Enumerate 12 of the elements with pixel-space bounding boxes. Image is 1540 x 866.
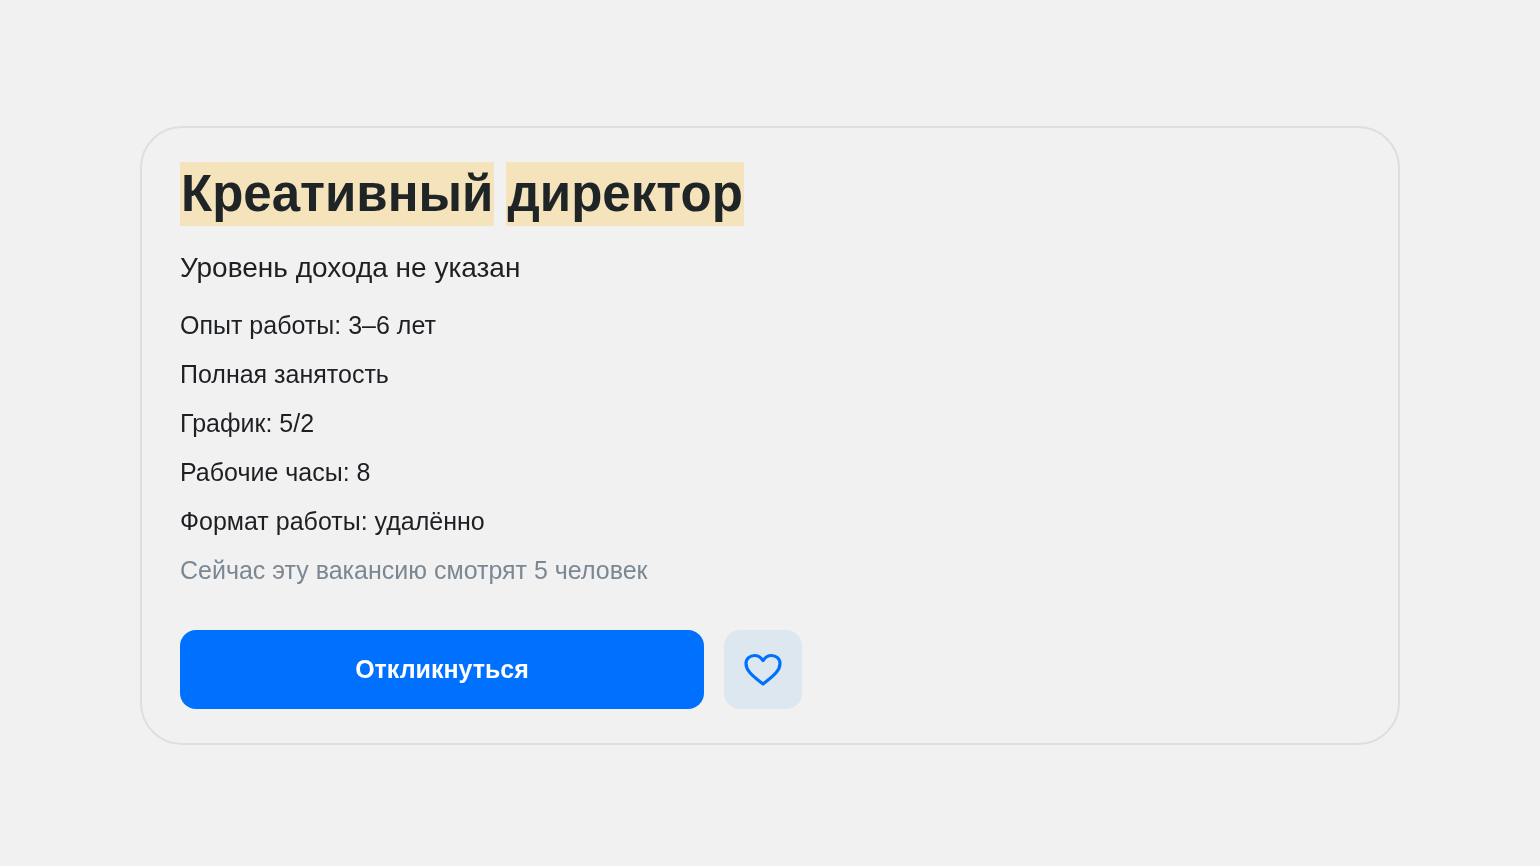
detail-text: Рабочие часы: 8 — [180, 457, 371, 488]
title-word: Креативный — [180, 162, 495, 226]
detail-text: Полная занятость — [180, 359, 389, 390]
detail-text: Опыт работы: 3–6 лет — [180, 310, 436, 341]
salary-text: Уровень дохода не указан — [180, 251, 521, 285]
favorite-button[interactable] — [724, 630, 802, 709]
title-word: директор — [506, 162, 744, 226]
apply-button[interactable]: Откликнуться — [180, 630, 704, 709]
detail-text: Формат работы: удалённо — [180, 506, 485, 537]
detail-text: График: 5/2 — [180, 408, 315, 439]
heart-icon — [743, 652, 783, 687]
viewers-text: Сейчас эту вакансию смотрят 5 человек — [180, 555, 648, 586]
